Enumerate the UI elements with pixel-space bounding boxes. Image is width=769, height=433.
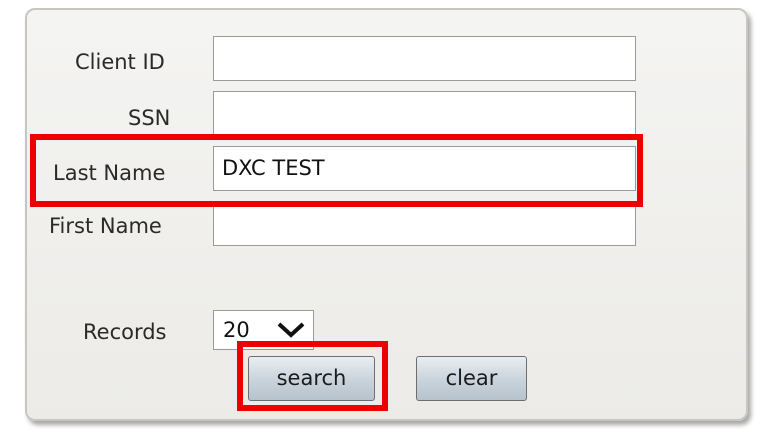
records-label: Records [83, 320, 167, 344]
clear-button[interactable]: clear [416, 356, 527, 401]
last-name-label: Last Name [53, 161, 166, 185]
search-button[interactable]: search [248, 356, 375, 401]
client-id-input[interactable] [213, 36, 636, 81]
ssn-input[interactable] [213, 91, 636, 136]
first-name-label: First Name [49, 214, 162, 238]
ssn-label: SSN [128, 106, 171, 130]
records-select[interactable]: 20 [213, 310, 314, 350]
client-id-label: Client ID [75, 50, 165, 74]
last-name-input[interactable]: DXC TEST [213, 146, 636, 191]
first-name-input[interactable] [213, 201, 636, 246]
records-selected-value: 20 [223, 318, 250, 342]
chevron-down-icon [277, 322, 305, 338]
